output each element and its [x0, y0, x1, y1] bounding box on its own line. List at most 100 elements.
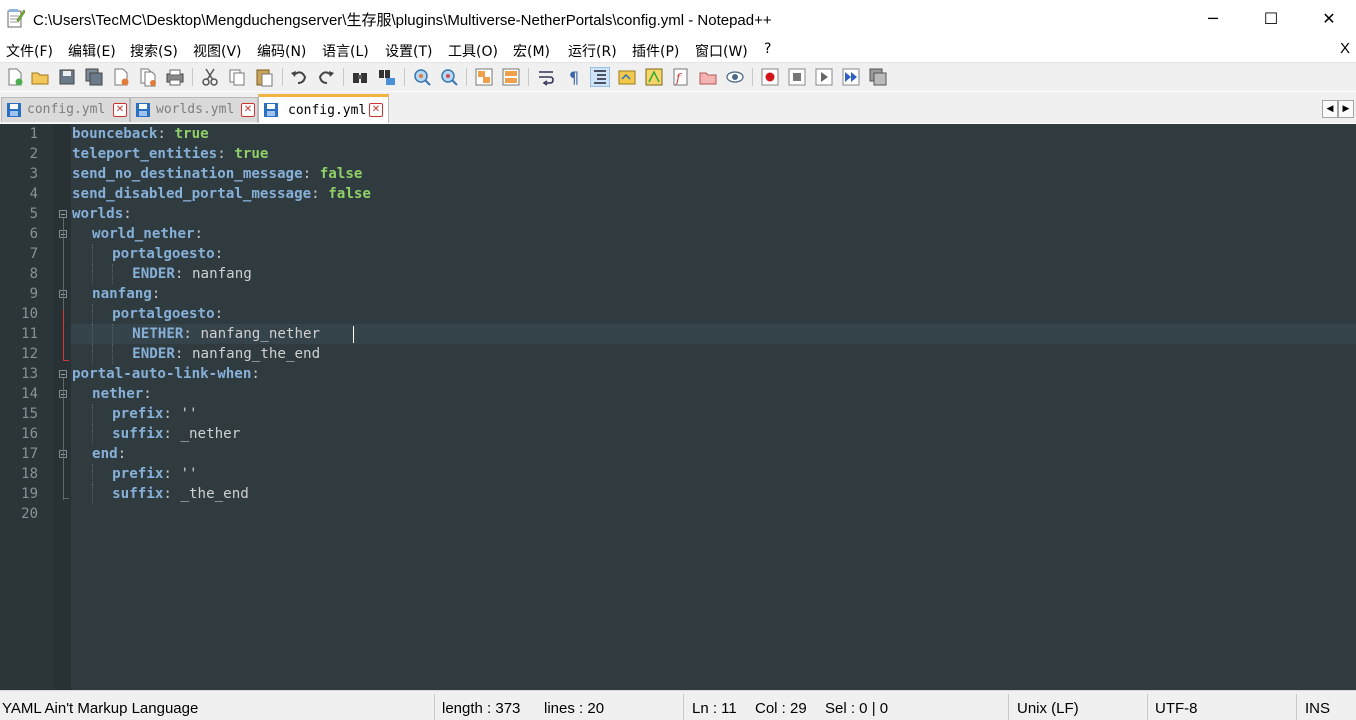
saved-file-icon: [136, 103, 150, 117]
line-number: 18: [21, 466, 38, 482]
code-line[interactable]: send_no_destination_message: false: [72, 164, 362, 184]
document-map-icon[interactable]: [644, 67, 664, 87]
tab-label: worlds.yml: [156, 102, 235, 117]
tab-worlds-yml[interactable]: worlds.yml ✕: [130, 97, 258, 122]
find-icon[interactable]: [350, 67, 370, 87]
status-line-number: Ln : 11: [692, 700, 737, 717]
close-window-button[interactable]: ✕: [1300, 0, 1356, 37]
line-number: 9: [29, 286, 38, 302]
tab-close-icon[interactable]: ✕: [369, 103, 383, 117]
code-line[interactable]: send_disabled_portal_message: false: [72, 184, 371, 204]
run-macro-multiple-icon[interactable]: [841, 67, 861, 87]
status-eol-format[interactable]: Unix (LF): [1017, 700, 1079, 717]
print-icon[interactable]: [165, 67, 185, 87]
save-macro-icon[interactable]: [868, 67, 888, 87]
monitoring-eye-icon[interactable]: [725, 67, 745, 87]
zoom-out-icon[interactable]: [439, 67, 459, 87]
folder-as-workspace-icon[interactable]: [698, 67, 718, 87]
code-line[interactable]: world_nether:: [92, 224, 203, 244]
menu-window[interactable]: 窗口(W): [695, 41, 748, 61]
record-macro-icon[interactable]: [760, 67, 780, 87]
line-number: 5: [29, 206, 38, 222]
code-line[interactable]: prefix: '': [112, 464, 197, 484]
sync-vertical-icon[interactable]: [474, 67, 494, 87]
status-insert-mode[interactable]: INS: [1305, 700, 1330, 717]
code-line[interactable]: suffix: _the_end: [112, 484, 249, 504]
yaml-key: nether: [92, 386, 144, 402]
open-file-icon[interactable]: [30, 67, 50, 87]
undo-icon[interactable]: [289, 67, 309, 87]
close-all-icon[interactable]: [138, 67, 158, 87]
tab-close-icon[interactable]: ✕: [113, 103, 127, 117]
menu-tools[interactable]: 工具(O): [448, 41, 498, 61]
user-defined-language-icon[interactable]: [617, 67, 637, 87]
tab-bar: config.yml ✕ worlds.yml ✕ config.yml ✕ ◀…: [0, 92, 1356, 123]
status-encoding[interactable]: UTF-8: [1155, 700, 1198, 717]
maximize-button[interactable]: ☐: [1242, 0, 1300, 37]
sync-horizontal-icon[interactable]: [501, 67, 521, 87]
code-line[interactable]: suffix: _nether: [112, 424, 240, 444]
tab-scroll-right-icon[interactable]: ▶: [1338, 100, 1354, 118]
fold-toggle-icon[interactable]: [59, 210, 67, 218]
menu-help[interactable]: ?: [764, 41, 771, 57]
copy-icon[interactable]: [227, 67, 247, 87]
menu-view[interactable]: 视图(V): [193, 41, 242, 61]
code-line[interactable]: prefix: '': [112, 404, 197, 424]
show-all-characters-icon[interactable]: ¶: [563, 67, 583, 87]
minimize-button[interactable]: ─: [1184, 0, 1242, 37]
paste-icon[interactable]: [254, 67, 274, 87]
play-macro-icon[interactable]: [814, 67, 834, 87]
fold-toggle-icon[interactable]: [59, 370, 67, 378]
word-wrap-icon[interactable]: [536, 67, 556, 87]
notepad-plus-plus-icon: [7, 9, 25, 28]
yaml-key: portalgoesto: [112, 306, 215, 322]
close-file-icon[interactable]: [111, 67, 131, 87]
menu-run[interactable]: 运行(R): [568, 41, 617, 61]
yaml-boolean-value: true: [174, 126, 209, 142]
code-line[interactable]: bounceback: true: [72, 124, 209, 144]
save-icon[interactable]: [57, 67, 77, 87]
code-line[interactable]: worlds:: [72, 204, 132, 224]
menu-edit[interactable]: 编辑(E): [68, 41, 116, 61]
code-line[interactable]: nanfang:: [92, 284, 160, 304]
code-line[interactable]: portalgoesto:: [112, 304, 223, 324]
stop-recording-icon[interactable]: [787, 67, 807, 87]
line-number: 10: [21, 306, 38, 322]
menu-plugins[interactable]: 插件(P): [632, 41, 679, 61]
menu-file[interactable]: 文件(F): [6, 41, 53, 61]
yaml-key: ENDER: [132, 266, 175, 282]
code-line[interactable]: teleport_entities: true: [72, 144, 268, 164]
save-all-icon[interactable]: [84, 67, 104, 87]
tab-close-icon[interactable]: ✕: [241, 103, 255, 117]
close-document-button[interactable]: X: [1340, 40, 1350, 57]
tab-config-yml-1[interactable]: config.yml ✕: [1, 97, 130, 122]
yaml-key: suffix: [112, 486, 164, 502]
menu-settings[interactable]: 设置(T): [385, 41, 432, 61]
zoom-in-icon[interactable]: [412, 67, 432, 87]
code-line[interactable]: nether:: [92, 384, 152, 404]
code-line[interactable]: end:: [92, 444, 126, 464]
yaml-string-value: nanfang_the_end: [191, 346, 321, 362]
menu-search[interactable]: 搜索(S): [130, 41, 178, 61]
replace-icon[interactable]: [377, 67, 397, 87]
code-line[interactable]: portalgoesto:: [112, 244, 223, 264]
function-list-icon[interactable]: f: [671, 67, 691, 87]
code-line[interactable]: ENDER: nanfang: [132, 264, 252, 284]
cut-icon[interactable]: [200, 67, 220, 87]
yaml-separator: :: [163, 486, 181, 502]
tab-scroll-left-icon[interactable]: ◀: [1322, 100, 1338, 118]
menu-language[interactable]: 语言(L): [322, 41, 369, 61]
menu-macro[interactable]: 宏(M): [513, 41, 550, 61]
code-line[interactable]: ENDER: nanfang_the_end: [132, 344, 320, 364]
menu-encoding[interactable]: 编码(N): [257, 41, 306, 61]
yaml-key: world_nether: [92, 226, 195, 242]
code-line[interactable]: portal-auto-link-when:: [72, 364, 260, 384]
indent-guide: [112, 264, 114, 284]
line-number: 8: [29, 266, 38, 282]
code-editor[interactable]: 1 bounceback: true 2 teleport_entities: tru…: [0, 124, 1356, 690]
indent-guide-icon[interactable]: [590, 67, 610, 87]
code-line[interactable]: NETHER: nanfang_nether: [132, 324, 320, 344]
new-file-icon[interactable]: [5, 67, 25, 87]
tab-config-yml-active[interactable]: config.yml ✕: [258, 94, 389, 123]
redo-icon[interactable]: [316, 67, 336, 87]
